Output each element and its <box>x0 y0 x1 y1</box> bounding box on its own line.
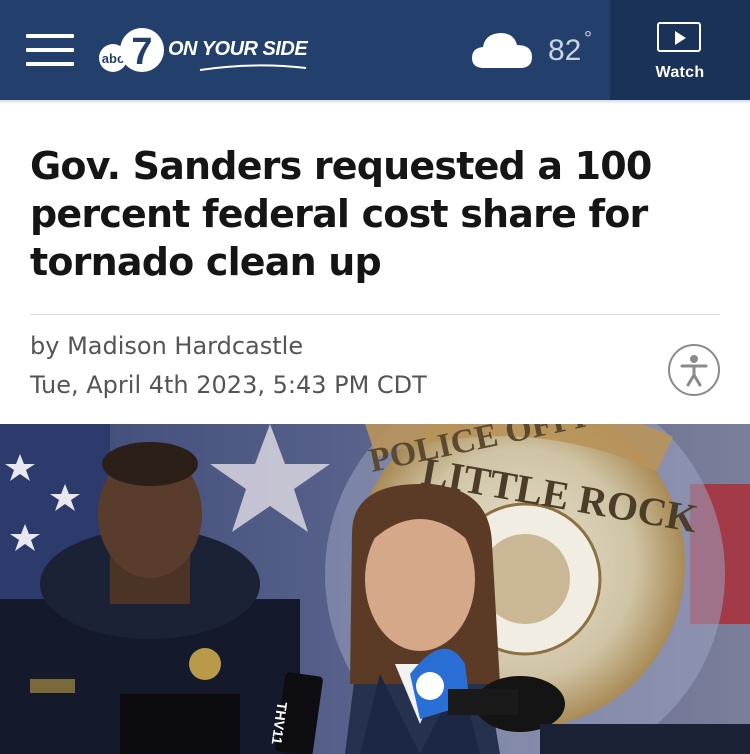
watch-label: Watch <box>655 64 705 81</box>
divider <box>30 314 720 315</box>
hamburger-menu-icon[interactable] <box>26 34 76 66</box>
logo-swoosh-icon <box>199 64 307 71</box>
cloud-icon <box>472 33 532 68</box>
svg-text:7: 7 <box>131 31 152 73</box>
watch-button[interactable]: Watch <box>610 0 750 100</box>
station-logo[interactable]: abc 7 ON YOUR SIDE <box>98 26 318 76</box>
article-byline[interactable]: by Madison Hardcastle <box>30 332 303 360</box>
header-shadow <box>0 100 750 104</box>
logo-tagline: ON YOUR SIDE <box>168 38 308 60</box>
accessibility-figure-icon <box>680 355 708 387</box>
site-header: abc 7 ON YOUR SIDE 82 ° Watch <box>0 0 750 100</box>
play-video-icon <box>657 22 701 52</box>
degree-symbol: ° <box>584 28 592 50</box>
article-headline: Gov. Sanders requested a 100 percent fed… <box>30 144 652 284</box>
accessibility-icon[interactable] <box>668 344 720 396</box>
temperature: 82 <box>548 34 582 67</box>
abc7-logo-icon: abc 7 <box>99 28 164 73</box>
article-dateline: Tue, April 4th 2023, 5:43 PM CDT <box>30 371 427 399</box>
article-photo[interactable]: POLICE OFFICER LITTLE ROCK THV11 <box>0 424 750 754</box>
